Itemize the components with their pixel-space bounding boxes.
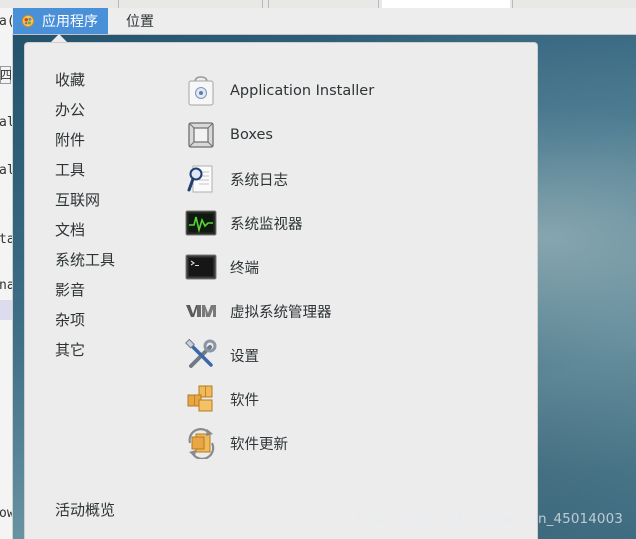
app-label: 软件	[230, 392, 259, 409]
app-software[interactable]: 软件	[185, 377, 374, 421]
category-office[interactable]: 办公	[55, 98, 115, 128]
places-menu-label: 位置	[126, 14, 154, 30]
settings-tools-icon	[185, 339, 217, 371]
top-panel: 应用程序 位置	[12, 8, 636, 35]
category-internet[interactable]: 互联网	[55, 188, 115, 218]
app-boxes[interactable]: Boxes	[185, 113, 374, 157]
category-other[interactable]: 其它	[55, 338, 115, 368]
app-system-monitor[interactable]: 系统监视器	[185, 201, 374, 245]
app-virt-manager[interactable]: 虚拟系统管理器	[185, 289, 374, 333]
app-settings[interactable]: 设置	[185, 333, 374, 377]
background-text: ow	[0, 506, 12, 521]
category-sound-video[interactable]: 影音	[55, 278, 115, 308]
boxes-icon	[185, 119, 217, 151]
terminal-icon	[185, 251, 217, 283]
software-icon	[185, 383, 217, 415]
app-label: 设置	[230, 348, 259, 365]
watermark-text: https://blog.csdn.net/weixin_45014003	[356, 511, 623, 527]
app-label: Boxes	[230, 127, 273, 143]
background-window-edge: a(l 四 al al ta na ow	[0, 8, 13, 539]
app-label: Application Installer	[230, 83, 375, 99]
app-software-update[interactable]: 软件更新	[185, 421, 374, 465]
popup-arrow	[51, 34, 67, 42]
category-accessories[interactable]: 附件	[55, 128, 115, 158]
category-utilities[interactable]: 工具	[55, 158, 115, 188]
background-text: al	[0, 115, 12, 130]
app-label: 系统日志	[230, 172, 288, 189]
activities-overview-item[interactable]: 活动概览	[55, 499, 115, 520]
category-documents[interactable]: 文档	[55, 218, 115, 248]
background-selection	[0, 300, 12, 320]
applications-menu-label: 应用程序	[42, 14, 98, 30]
app-label: 虚拟系统管理器	[230, 304, 332, 321]
category-list: 收藏 办公 附件 工具 互联网 文档 系统工具 影音 杂项 其它	[55, 68, 115, 368]
background-text: ta	[0, 232, 12, 247]
app-label: 终端	[230, 260, 259, 277]
category-system-tools[interactable]: 系统工具	[55, 248, 115, 278]
log-viewer-icon	[185, 163, 217, 195]
app-application-installer[interactable]: Application Installer	[185, 69, 374, 113]
gnome-foot-icon	[21, 14, 35, 28]
category-sundry[interactable]: 杂项	[55, 308, 115, 338]
background-text: na	[0, 278, 12, 293]
background-text: 四	[0, 68, 13, 82]
package-installer-icon	[185, 75, 217, 107]
software-update-icon	[185, 427, 217, 459]
app-label: 系统监视器	[230, 216, 303, 233]
places-menu-button[interactable]: 位置	[126, 8, 154, 34]
category-favorites[interactable]: 收藏	[55, 68, 115, 98]
virt-manager-icon	[185, 295, 217, 327]
system-monitor-icon	[185, 207, 217, 239]
applications-popup-menu: 收藏 办公 附件 工具 互联网 文档 系统工具 影音 杂项 其它 Applica…	[24, 42, 538, 539]
applications-menu-button[interactable]: 应用程序	[13, 8, 108, 34]
app-list: Application Installer Boxes 系统日志 系统监视器 终…	[185, 69, 374, 465]
background-text: al	[0, 163, 12, 178]
app-label: 软件更新	[230, 436, 288, 453]
app-terminal[interactable]: 终端	[185, 245, 374, 289]
app-system-log[interactable]: 系统日志	[185, 157, 374, 201]
